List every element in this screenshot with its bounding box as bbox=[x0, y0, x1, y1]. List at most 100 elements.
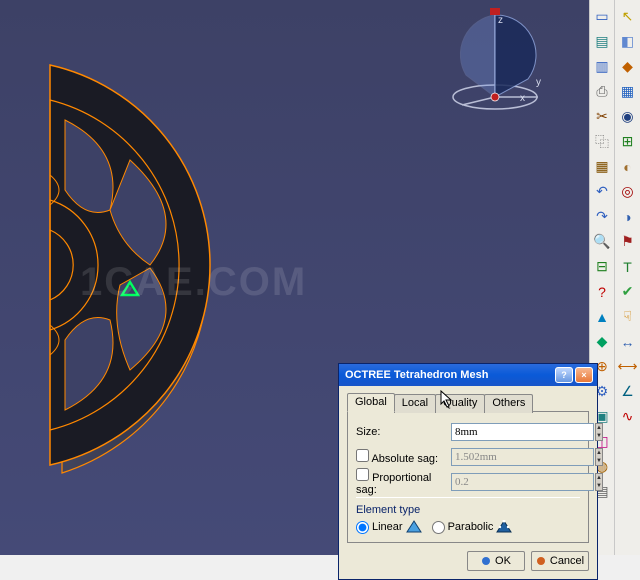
axis-z-label: z bbox=[498, 15, 503, 26]
selection-trap-icon: ◧ bbox=[620, 34, 636, 50]
tab-others[interactable]: Others bbox=[484, 394, 533, 413]
search-button[interactable]: 🔍 bbox=[592, 231, 613, 252]
measure-button[interactable]: ⊞ bbox=[617, 131, 638, 152]
dialog-close-button[interactable]: × bbox=[575, 367, 593, 383]
cancel-label: Cancel bbox=[550, 555, 584, 567]
open-icon: ▤ bbox=[594, 34, 610, 50]
prop-sag-checkbox-label[interactable]: Proportional sag: bbox=[356, 468, 451, 496]
abs-sag-checkbox-label[interactable]: Absolute sag: bbox=[356, 449, 451, 465]
save-button[interactable]: ▥ bbox=[592, 56, 613, 77]
prop-sag-input bbox=[451, 473, 594, 491]
redo-button[interactable]: ↷ bbox=[592, 206, 613, 227]
size-input[interactable] bbox=[451, 423, 594, 441]
mesh-hex-button[interactable]: ◆ bbox=[592, 331, 613, 352]
tab-local[interactable]: Local bbox=[394, 394, 436, 413]
cancel-bullet-icon bbox=[536, 556, 546, 566]
save-icon: ▥ bbox=[594, 59, 610, 75]
swap-button[interactable]: ◑ bbox=[617, 206, 638, 227]
abs-sag-text: Absolute sag: bbox=[371, 453, 438, 465]
size-spinner[interactable]: ▲▼ bbox=[595, 423, 603, 441]
dim2-icon: ⟷ bbox=[620, 359, 636, 375]
axis-x-label: x bbox=[520, 93, 525, 104]
element-type-label: Element type bbox=[356, 504, 580, 516]
flag-icon: ⚑ bbox=[620, 234, 636, 250]
text-button[interactable]: T bbox=[617, 256, 638, 277]
select-arrow-button[interactable]: ↖ bbox=[617, 6, 638, 27]
undo-icon: ↶ bbox=[594, 184, 610, 200]
linear-radio[interactable] bbox=[356, 521, 369, 534]
ok-button[interactable]: OK bbox=[467, 551, 525, 571]
apply-icon: ✔ bbox=[620, 284, 636, 300]
dim2-button[interactable]: ⟷ bbox=[617, 356, 638, 377]
ok-bullet-icon bbox=[481, 556, 491, 566]
select-arrow-icon: ↖ bbox=[620, 9, 636, 25]
toolbar-right-column: ↖ ◧ ◆ ▦ ◉ ⊞ ◐ ◎ ◑ ⚑ T ✔ ☟ ↔ ⟷ ∠ ∿ bbox=[614, 0, 640, 555]
camera-button[interactable]: ◉ bbox=[617, 106, 638, 127]
parabolic-radio-label[interactable]: Parabolic bbox=[432, 520, 513, 534]
abs-sag-spinner[interactable]: ▲▼ bbox=[595, 448, 603, 466]
linear-radio-label[interactable]: Linear bbox=[356, 520, 422, 534]
swap-icon: ◑ bbox=[620, 209, 636, 225]
hand-icon: ☟ bbox=[620, 309, 636, 325]
abs-sag-input bbox=[451, 448, 594, 466]
parabolic-radio[interactable] bbox=[432, 521, 445, 534]
abs-sag-checkbox[interactable] bbox=[356, 449, 369, 462]
flag-button[interactable]: ⚑ bbox=[617, 231, 638, 252]
model-part[interactable] bbox=[10, 50, 260, 480]
selection-trap-button[interactable]: ◧ bbox=[617, 31, 638, 52]
mesh-hex-icon: ◆ bbox=[594, 334, 610, 350]
part-design-icon: ▦ bbox=[620, 84, 636, 100]
copy-button[interactable]: ⿻ bbox=[592, 131, 613, 152]
new-button[interactable]: ▭ bbox=[592, 6, 613, 27]
tab-panel-global: Size: ▲▼ Absolute sag: ▲▼ Proportional s… bbox=[347, 412, 589, 543]
paste-button[interactable]: ▦ bbox=[592, 156, 613, 177]
linear-text: Linear bbox=[372, 521, 403, 533]
prop-sag-checkbox[interactable] bbox=[356, 468, 369, 481]
dialog-titlebar[interactable]: OCTREE Tetrahedron Mesh ? × bbox=[339, 364, 597, 386]
open-button[interactable]: ▤ bbox=[592, 31, 613, 52]
angle-icon: ∠ bbox=[620, 384, 636, 400]
curve-button[interactable]: ∿ bbox=[617, 406, 638, 427]
axis-y-label: y bbox=[536, 77, 541, 88]
new-icon: ▭ bbox=[594, 9, 610, 25]
hide-show-icon: ◎ bbox=[620, 184, 636, 200]
dim1-icon: ↔ bbox=[620, 334, 636, 350]
apply-button[interactable]: ✔ bbox=[617, 281, 638, 302]
tree-button[interactable]: ⊟ bbox=[592, 256, 613, 277]
cancel-button[interactable]: Cancel bbox=[531, 551, 589, 571]
parabolic-tet-icon bbox=[496, 520, 512, 534]
mesh-tet-button[interactable]: ▲ bbox=[592, 306, 613, 327]
part-design-button[interactable]: ▦ bbox=[617, 81, 638, 102]
tab-quality[interactable]: Quality bbox=[435, 394, 485, 413]
print-icon: ⎙ bbox=[594, 84, 610, 100]
cut-button[interactable]: ✂ bbox=[592, 106, 613, 127]
text-icon: T bbox=[620, 259, 636, 275]
mesh-dialog[interactable]: OCTREE Tetrahedron Mesh ? × Global Local… bbox=[338, 363, 598, 580]
dialog-help-button[interactable]: ? bbox=[555, 367, 573, 383]
sketcher-icon: ◆ bbox=[620, 59, 636, 75]
prop-sag-spinner[interactable]: ▲▼ bbox=[595, 473, 603, 491]
hide-show-button[interactable]: ◎ bbox=[617, 181, 638, 202]
copy-icon: ⿻ bbox=[594, 134, 610, 150]
selection-marker-icon bbox=[120, 280, 140, 298]
dialog-title-text: OCTREE Tetrahedron Mesh bbox=[345, 369, 488, 381]
tree-icon: ⊟ bbox=[594, 259, 610, 275]
mesh-tet-icon: ▲ bbox=[594, 309, 610, 325]
material-icon: ◐ bbox=[620, 159, 636, 175]
dialog-tabs: Global Local Quality Others bbox=[347, 392, 589, 412]
sketcher-button[interactable]: ◆ bbox=[617, 56, 638, 77]
dim1-button[interactable]: ↔ bbox=[617, 331, 638, 352]
angle-button[interactable]: ∠ bbox=[617, 381, 638, 402]
tab-global[interactable]: Global bbox=[347, 393, 395, 412]
compass-icon[interactable]: z y x bbox=[440, 5, 550, 115]
redo-icon: ↷ bbox=[594, 209, 610, 225]
print-button[interactable]: ⎙ bbox=[592, 81, 613, 102]
help-button[interactable]: ? bbox=[592, 281, 613, 302]
camera-icon: ◉ bbox=[620, 109, 636, 125]
curve-icon: ∿ bbox=[620, 409, 636, 425]
material-button[interactable]: ◐ bbox=[617, 156, 638, 177]
hand-button[interactable]: ☟ bbox=[617, 306, 638, 327]
measure-icon: ⊞ bbox=[620, 134, 636, 150]
ok-label: OK bbox=[495, 555, 511, 567]
undo-button[interactable]: ↶ bbox=[592, 181, 613, 202]
